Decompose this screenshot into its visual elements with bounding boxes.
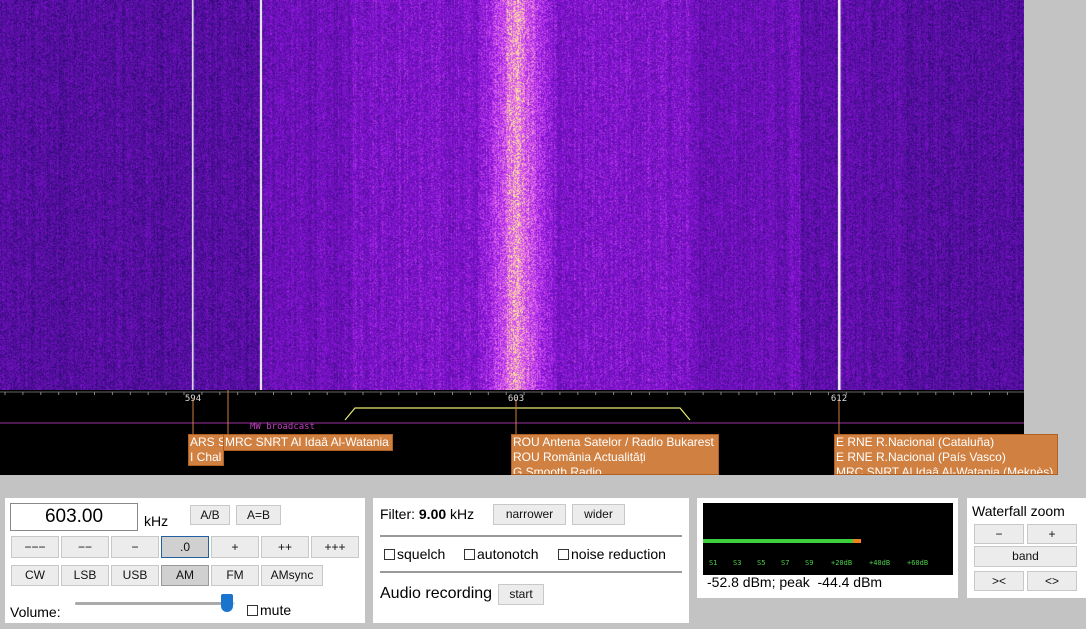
smeter-scale-label: +60dB — [907, 559, 929, 567]
narrower-button[interactable]: narrower — [493, 504, 566, 525]
mode-fm-button[interactable]: FM — [211, 565, 259, 586]
step-down-2-button[interactable]: −− — [61, 536, 109, 558]
noise-reduction-toggle[interactable]: noise reduction — [558, 546, 666, 562]
step-round-button[interactable]: .0 — [161, 536, 209, 558]
ab-button[interactable]: A/B — [190, 505, 230, 525]
filter-label: Filter: — [380, 506, 415, 522]
tick-label: 603 — [507, 394, 525, 404]
station-group[interactable]: MRC SNRT Al Idaâ Al-Watania — [223, 434, 393, 451]
frequency-unit: kHz — [144, 513, 169, 529]
signal-readout: -52.8 dBm; peak -44.4 dBm — [707, 574, 883, 590]
smeter-scale-label: S3 — [733, 559, 742, 567]
squelch-toggle[interactable]: squelch — [384, 546, 445, 562]
step-down-1-button[interactable]: − — [111, 536, 159, 558]
noise-reduction-label: noise reduction — [571, 546, 666, 562]
waterfall-display[interactable] — [0, 0, 1024, 390]
step-up-2-button[interactable]: ++ — [261, 536, 309, 558]
smeter-panel: S1 S3 S5 S7 S9 +20dB +40dB +60dB -52.8 d… — [697, 498, 958, 598]
signal-level-bar — [703, 539, 853, 543]
filter-readout: Filter: 9.00 kHz — [380, 506, 474, 522]
mute-checkbox[interactable] — [247, 605, 258, 616]
station-label[interactable]: I Chal — [189, 450, 223, 465]
mute-label: mute — [260, 602, 292, 618]
record-start-button[interactable]: start — [498, 584, 544, 605]
station-group[interactable]: ROU Antena Satelor / Radio Bukarest ROU … — [511, 434, 719, 475]
filter-panel: Filter: 9.00 kHz narrower wider squelch … — [373, 498, 689, 623]
squelch-checkbox[interactable] — [384, 549, 395, 560]
station-group[interactable]: ARS S I Chal — [188, 434, 224, 466]
audio-recording-label: Audio recording — [380, 585, 493, 602]
noise-reduction-checkbox[interactable] — [558, 549, 569, 560]
band-label: MW broadcast — [250, 422, 316, 432]
zoom-out-button[interactable]: − — [974, 524, 1024, 544]
step-up-1-button[interactable]: + — [211, 536, 259, 558]
tuning-panel: kHz A/B A=B −−− −− − .0 + ++ +++ CW LSB … — [5, 498, 365, 623]
station-label[interactable]: E RNE R.Nacional (País Vasco) — [835, 450, 1057, 465]
tick-label: 612 — [830, 394, 848, 404]
volume-label: Volume: — [10, 604, 61, 620]
a-equals-b-button[interactable]: A=B — [236, 505, 281, 525]
zoom-title: Waterfall zoom — [972, 503, 1065, 519]
smeter-scale-label: S5 — [757, 559, 766, 567]
volume-slider[interactable] — [75, 602, 235, 605]
zoom-in-button[interactable]: + — [1027, 524, 1077, 544]
mode-am-button[interactable]: AM — [161, 565, 209, 586]
smeter-scale-label: S9 — [805, 559, 814, 567]
station-label[interactable]: ROU Antena Satelor / Radio Bukarest — [512, 435, 718, 450]
passband-marker — [344, 407, 691, 421]
station-label[interactable]: ROU România Actualități — [512, 450, 718, 465]
zoom-band-button[interactable]: band — [974, 546, 1077, 567]
station-label[interactable]: MRC SNRT Al Idaâ Al-Watania (Meknès) — [835, 465, 1057, 474]
autonotch-label: autonotch — [477, 546, 539, 562]
volume-slider-thumb[interactable] — [221, 594, 233, 612]
zoom-panel: Waterfall zoom − + band >< <> — [967, 498, 1086, 598]
signal-peak-bar — [853, 539, 861, 543]
station-label[interactable]: E RNE R.Nacional (Cataluña) — [835, 435, 1057, 450]
autonotch-checkbox[interactable] — [464, 549, 475, 560]
divider — [380, 535, 682, 537]
filter-value: 9.00 — [418, 506, 447, 522]
mode-amsync-button[interactable]: AMsync — [261, 565, 323, 586]
mute-toggle[interactable]: mute — [247, 602, 291, 618]
station-label[interactable]: G Smooth Radio — [512, 465, 718, 474]
mode-usb-button[interactable]: USB — [111, 565, 159, 586]
zoom-narrow-button[interactable]: >< — [974, 571, 1024, 591]
station-label[interactable]: ARS S — [189, 435, 223, 450]
mode-lsb-button[interactable]: LSB — [61, 565, 109, 586]
filter-unit: kHz — [450, 506, 475, 522]
station-label[interactable]: MRC SNRT Al Idaâ Al-Watania — [224, 435, 392, 450]
autonotch-toggle[interactable]: autonotch — [464, 546, 539, 562]
squelch-label: squelch — [397, 546, 446, 562]
frequency-input[interactable] — [10, 503, 138, 531]
smeter-scale-label: S1 — [709, 559, 718, 567]
wider-button[interactable]: wider — [572, 504, 625, 525]
tick-label: 594 — [184, 394, 202, 404]
smeter-scale-label: +40dB — [869, 559, 891, 567]
step-down-3-button[interactable]: −−− — [11, 536, 59, 558]
station-group[interactable]: E RNE R.Nacional (Cataluña) E RNE R.Naci… — [834, 434, 1058, 475]
zoom-wide-button[interactable]: <> — [1027, 571, 1077, 591]
frequency-scale[interactable]: 594 603 612 MW broadcast ARS S I Chal MR… — [0, 390, 1058, 475]
smeter-scale-label: S7 — [781, 559, 790, 567]
mode-cw-button[interactable]: CW — [11, 565, 59, 586]
volume-slider-fill — [75, 602, 227, 605]
divider — [380, 571, 682, 573]
smeter-scale-label: +20dB — [831, 559, 853, 567]
smeter-display: S1 S3 S5 S7 S9 +20dB +40dB +60dB — [703, 503, 953, 575]
step-up-3-button[interactable]: +++ — [311, 536, 359, 558]
